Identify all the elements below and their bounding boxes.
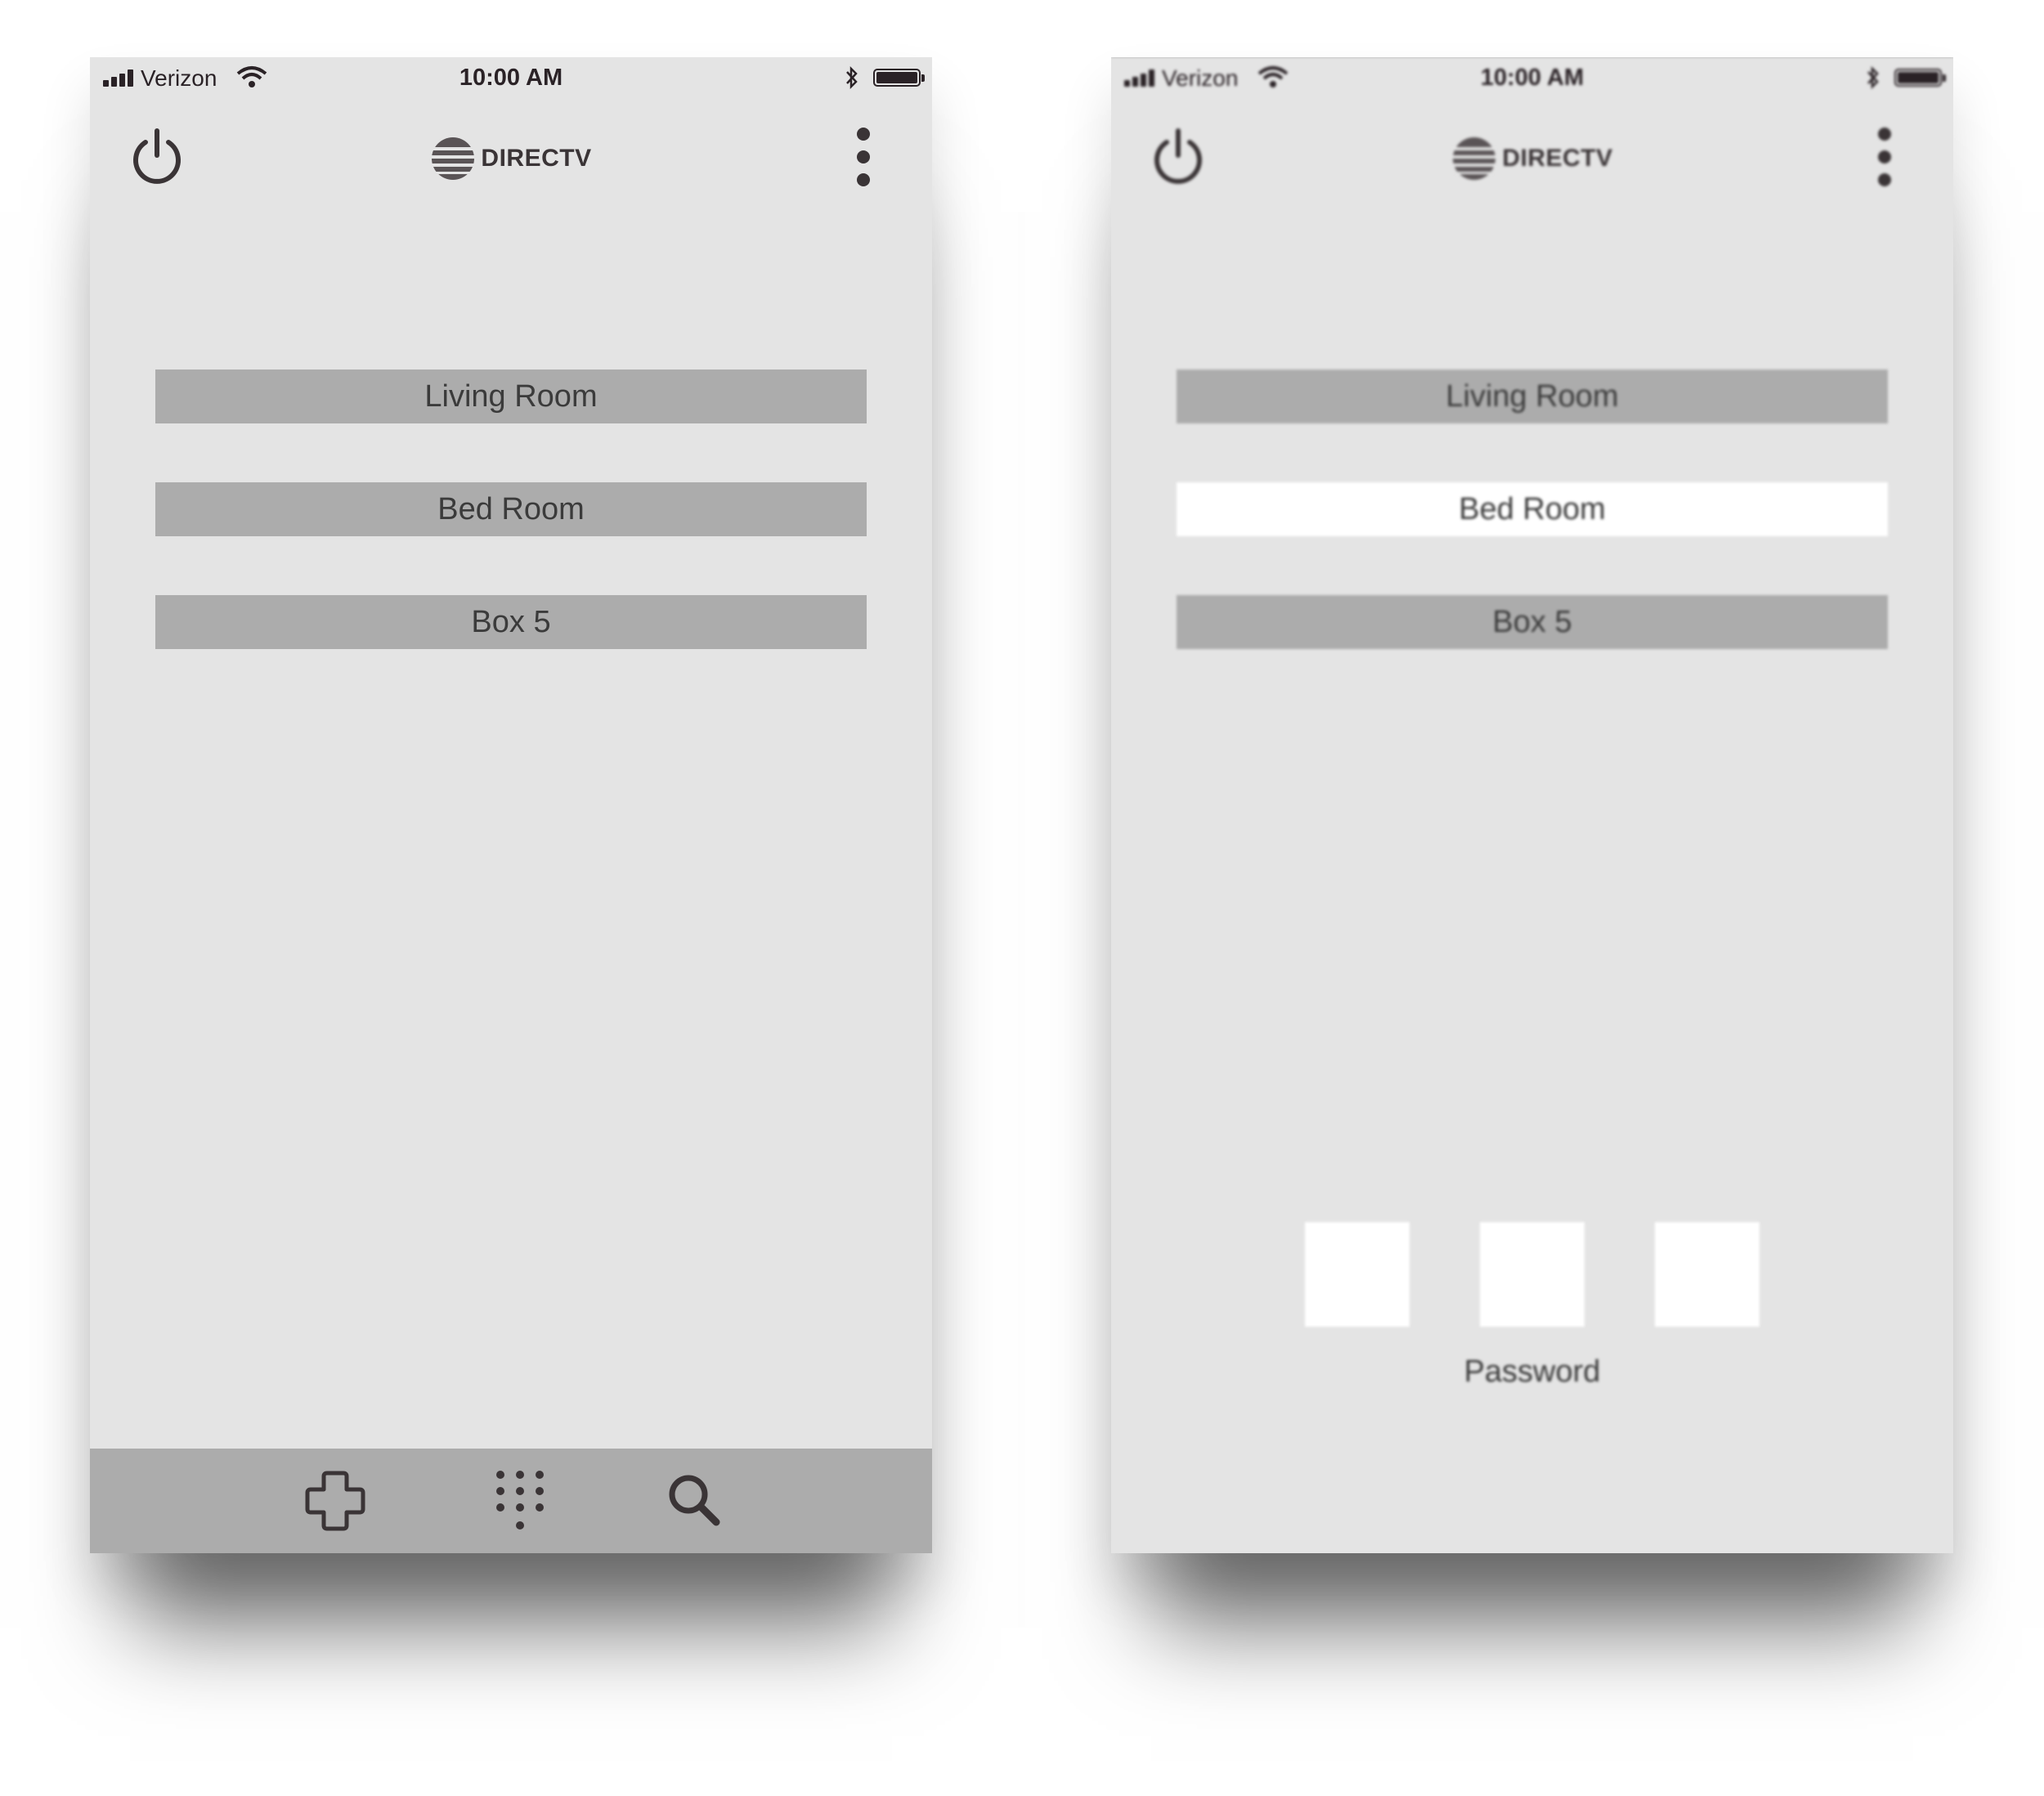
keypad-icon[interactable] <box>487 1468 553 1534</box>
brand-logo: DIRECTV <box>90 136 932 186</box>
password-label: Password <box>1464 1355 1601 1389</box>
app-header: DIRECTV <box>1111 114 1953 204</box>
status-time: 10:00 AM <box>1480 65 1585 91</box>
status-time: 10:00 AM <box>459 65 563 91</box>
device-item-living-room[interactable]: Living Room <box>155 370 867 423</box>
device-list: Living Room Bed Room Box 5 <box>155 370 867 708</box>
device-item-bed-room-selected[interactable]: Bed Room <box>1177 482 1888 536</box>
device-item-bed-room[interactable]: Bed Room <box>155 482 867 536</box>
battery-icon <box>1894 69 1946 87</box>
device-item-box-5[interactable]: Box 5 <box>1177 595 1888 649</box>
more-vertical-icon[interactable] <box>1875 124 1894 190</box>
device-item-living-room[interactable]: Living Room <box>1177 370 1888 423</box>
brand-name: DIRECTV <box>1502 145 1613 172</box>
password-digit-1[interactable] <box>1305 1222 1410 1327</box>
password-digit-2[interactable] <box>1480 1222 1585 1327</box>
bluetooth-icon <box>1867 65 1879 90</box>
dpad-icon[interactable] <box>303 1468 368 1534</box>
status-bar: Verizon 10:00 AM <box>1111 57 1953 98</box>
password-digit-3[interactable] <box>1655 1222 1759 1327</box>
bottom-nav <box>90 1449 932 1553</box>
brand-name: DIRECTV <box>481 145 592 172</box>
brand-logo: DIRECTV <box>1111 136 1953 186</box>
battery-icon <box>873 69 925 87</box>
device-list: Living Room Bed Room Box 5 <box>1177 370 1888 708</box>
att-globe-icon <box>1453 137 1496 180</box>
status-bar: Verizon 10:00 AM <box>90 57 932 98</box>
phone-screen-right: Verizon 10:00 AM DIRECTV Living Room Bed… <box>1111 57 1953 1553</box>
phone-screen-left: Verizon 10:00 AM DIRECTV Living Room Bed… <box>90 57 932 1553</box>
bluetooth-icon <box>846 65 858 90</box>
password-entry: Password <box>1111 1222 1953 1390</box>
app-header: DIRECTV <box>90 114 932 204</box>
device-item-box-5[interactable]: Box 5 <box>155 595 867 649</box>
more-vertical-icon[interactable] <box>854 124 873 190</box>
search-icon[interactable] <box>662 1468 728 1534</box>
att-globe-icon <box>432 137 475 180</box>
